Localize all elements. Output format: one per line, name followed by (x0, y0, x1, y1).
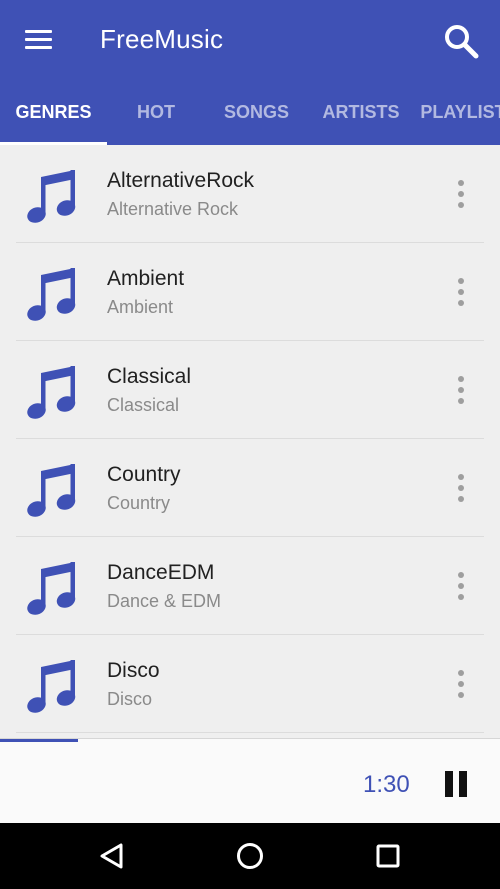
more-vert-icon[interactable] (446, 468, 476, 508)
more-vert-icon[interactable] (446, 664, 476, 704)
genre-list-item[interactable]: AlternativeRock Alternative Rock (0, 145, 500, 243)
music-note-icon (26, 263, 78, 323)
more-vert-icon[interactable] (446, 174, 476, 214)
genre-title: Classical (107, 365, 192, 388)
menu-button[interactable] (20, 22, 58, 58)
search-icon (445, 25, 479, 59)
genre-list[interactable]: AlternativeRock Alternative Rock Ambient Am… (0, 145, 500, 738)
more-vert-icon[interactable] (446, 272, 476, 312)
home-circle-icon (237, 843, 263, 869)
music-note-icon (26, 165, 78, 225)
genre-list-item[interactable]: Ambient Ambient (0, 243, 500, 341)
genre-subtitle: Dance & EDM (107, 591, 222, 611)
music-note-icon (26, 557, 78, 617)
back-triangle-icon (100, 843, 123, 869)
pause-button[interactable] (438, 767, 474, 803)
tab-genres[interactable]: GENRES (0, 80, 107, 145)
tab-bar: GENRES HOT SONGS ARTISTS PLAYLISTS (0, 80, 500, 145)
recents-square-icon (376, 844, 400, 868)
genre-subtitle: Country (107, 493, 171, 513)
toolbar: FreeMusic (0, 0, 500, 80)
playback-progress-fill (0, 739, 78, 742)
tab-songs[interactable]: SONGS (205, 80, 308, 145)
genre-title: Disco (107, 659, 160, 682)
more-vert-icon[interactable] (446, 566, 476, 606)
search-button[interactable] (440, 20, 482, 62)
tab-artists[interactable]: ARTISTS (308, 80, 414, 145)
genre-list-item[interactable]: Country Country (0, 439, 500, 537)
more-vert-icon[interactable] (446, 370, 476, 410)
tab-hot[interactable]: HOT (107, 80, 205, 145)
genre-title: AlternativeRock (107, 169, 255, 192)
music-note-icon (26, 655, 78, 715)
music-note-icon (26, 361, 78, 421)
system-nav-bar (0, 823, 500, 889)
nav-recents-button[interactable] (368, 836, 408, 876)
genre-list-item[interactable]: Classical Classical (0, 341, 500, 439)
genre-subtitle: Disco (107, 689, 153, 709)
mini-player: 1:30 (0, 738, 500, 823)
genre-list-item[interactable]: DanceEDM Dance & EDM (0, 537, 500, 635)
genre-list-item[interactable]: Disco Disco (0, 635, 500, 733)
genre-title: DanceEDM (107, 561, 215, 584)
nav-back-button[interactable] (92, 836, 132, 876)
genre-title: Ambient (107, 267, 185, 290)
nav-home-button[interactable] (230, 836, 270, 876)
genre-subtitle: Ambient (107, 297, 174, 317)
music-note-icon (26, 459, 78, 519)
genre-title: Country (107, 463, 181, 486)
tab-playlists[interactable]: PLAYLISTS (414, 80, 500, 145)
genre-subtitle: Classical (107, 395, 180, 415)
playback-time: 1:30 (363, 771, 410, 798)
app-title: FreeMusic (100, 24, 224, 54)
genre-subtitle: Alternative Rock (107, 199, 239, 219)
playback-progress-bar[interactable] (0, 739, 500, 742)
list-divider (16, 732, 484, 733)
app-bar: FreeMusic GENRES HOT SONGS ARTISTS PLAYL… (0, 0, 500, 145)
